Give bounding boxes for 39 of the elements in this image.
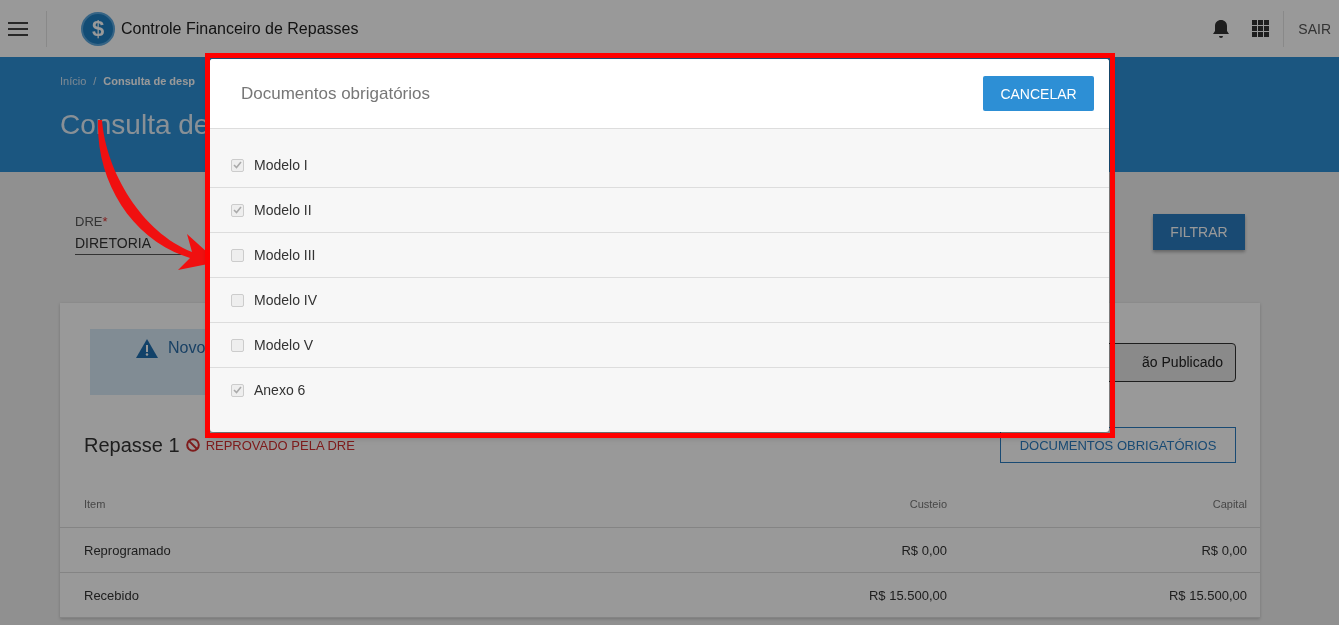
prohibited-icon: [185, 438, 200, 452]
checkbox-label: Modelo V: [254, 337, 314, 353]
status-label: REPROVADO PELA DRE: [205, 437, 355, 453]
breadcrumb-link[interactable]: Início: [60, 75, 87, 87]
logo: $: [81, 11, 115, 46]
table-cell-text: Recebido: [84, 587, 140, 603]
menu-icon[interactable]: [8, 21, 28, 36]
field-label: DRE*: [75, 214, 109, 229]
table-cell-text: R$ 0,00: [1200, 542, 1247, 558]
checkbox[interactable]: [231, 383, 244, 397]
checkbox[interactable]: [231, 338, 244, 352]
app-title: Controle Financeiro de Repasses: [121, 19, 359, 38]
breadcrumb-link[interactable]: Consulta de desp: [103, 75, 196, 87]
column-header: Custeio: [908, 498, 947, 510]
checkbox-label: Modelo II: [254, 202, 312, 218]
checkbox[interactable]: [231, 248, 244, 262]
column-header: Item: [84, 498, 107, 510]
modal-title: Documentos obrigatórios: [241, 83, 430, 104]
warning-icon: [136, 339, 158, 358]
checkbox[interactable]: [231, 203, 244, 217]
table-cell-text: R$ 15.500,00: [867, 587, 947, 603]
checkbox-label: Modelo I: [254, 157, 308, 173]
slash-separator: /: [93, 75, 97, 87]
checkbox-label: Modelo III: [254, 247, 316, 263]
section-title: Repasse 1: [84, 433, 180, 457]
cancel-button[interactable]: CANCELAR: [983, 76, 1094, 111]
table-cell-text: R$ 0,00: [900, 542, 947, 558]
checkbox-label: Modelo IV: [254, 292, 318, 308]
checkbox[interactable]: [231, 293, 244, 307]
table-cell-text: Reprogramado: [84, 542, 172, 558]
apps-grid-icon[interactable]: [1252, 20, 1270, 37]
bell-icon[interactable]: [1212, 18, 1231, 39]
logout-link[interactable]: SAIR: [1298, 20, 1331, 37]
filter-button[interactable]: FILTRAR: [1153, 214, 1245, 250]
alert-text: Novo: [168, 339, 206, 357]
column-header: Capital: [1211, 498, 1247, 510]
checkbox[interactable]: [231, 158, 244, 172]
checkbox-label: Anexo 6: [254, 382, 306, 398]
table-cell-text: R$ 15.500,00: [1167, 587, 1247, 603]
